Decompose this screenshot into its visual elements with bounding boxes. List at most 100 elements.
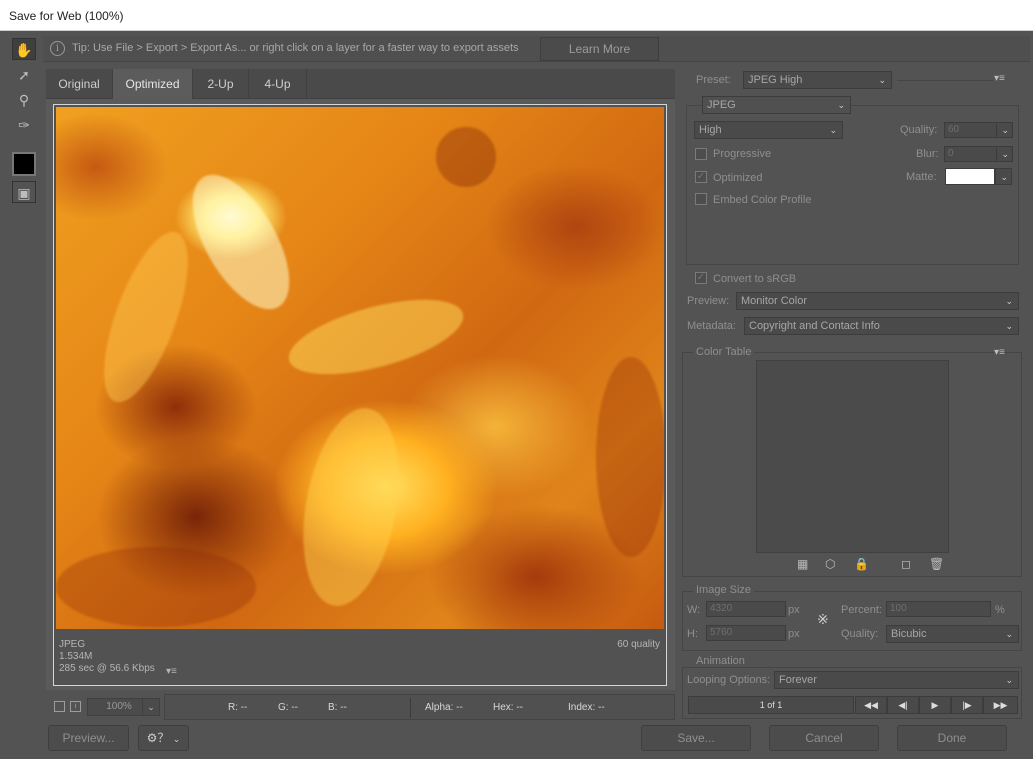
- preview-button[interactable]: Preview...: [48, 725, 129, 751]
- percent-input[interactable]: 100: [886, 601, 991, 617]
- matte-color-swatch[interactable]: [945, 168, 995, 185]
- matte-label: Matte:: [906, 171, 937, 183]
- image-format: JPEG: [59, 639, 86, 650]
- optimized-preview-pane: JPEG 1.534M 285 sec @ 56.6 Kbps ▾≡ 60 qu…: [53, 104, 667, 686]
- optimized-checkbox[interactable]: ✓: [695, 171, 707, 183]
- image-size-title: Image Size: [693, 584, 755, 596]
- green-readout: G: --: [278, 702, 298, 713]
- cube-icon[interactable]: ⬡: [825, 557, 835, 571]
- percent-label: Percent:: [841, 604, 882, 616]
- image-download-time: 285 sec @ 56.6 Kbps: [59, 663, 155, 674]
- optimized-label: Optimized: [713, 172, 763, 184]
- image-info: JPEG 1.534M 285 sec @ 56.6 Kbps: [59, 639, 155, 675]
- zoom-out-icon[interactable]: [54, 701, 65, 712]
- preset-label: Preset:: [696, 74, 731, 86]
- height-unit: px: [788, 628, 800, 640]
- settings-menu-icon[interactable]: ▾≡: [994, 73, 1005, 84]
- next-frame-icon[interactable]: |▶: [951, 696, 983, 714]
- convert-srgb-label: Convert to sRGB: [713, 273, 797, 285]
- tip-text: Tip: Use File > Export > Export As... or…: [72, 42, 519, 54]
- color-table-title: Color Table: [693, 346, 755, 358]
- width-unit: px: [788, 604, 800, 616]
- metadata-dropdown[interactable]: Copyright and Contact Info ⌄: [744, 317, 1019, 335]
- tab-2-up[interactable]: 2-Up: [193, 69, 249, 99]
- toggle-slices-icon[interactable]: ▣: [12, 181, 36, 203]
- preview-value: Monitor Color: [741, 295, 808, 307]
- play-icon[interactable]: ▶: [919, 696, 951, 714]
- eyedropper-color-swatch[interactable]: [12, 152, 36, 176]
- new-color-icon[interactable]: ◻: [901, 557, 911, 571]
- frame-counter: 1 of 1: [688, 696, 854, 714]
- matte-chevron-icon[interactable]: ⌄: [995, 168, 1012, 185]
- quality-chevron-icon[interactable]: ⌄: [996, 122, 1013, 138]
- tab-optimized[interactable]: Optimized: [113, 69, 193, 99]
- status-bar: i 100% ⌄ R: -- G: -- B: -- Alpha: -- Hex…: [46, 694, 675, 720]
- view-tabs: Original Optimized 2-Up 4-Up: [46, 69, 675, 99]
- tab-4-up[interactable]: 4-Up: [249, 69, 307, 99]
- progressive-label: Progressive: [713, 148, 772, 160]
- zoom-dropdown-chevron-icon[interactable]: ⌄: [142, 698, 160, 716]
- download-rate-menu-icon[interactable]: ▾≡: [166, 666, 177, 677]
- width-input[interactable]: 4320: [706, 601, 786, 617]
- tools-panel: ✋ ➚ ⚲ ✑ ▣: [6, 36, 40, 716]
- resample-quality-label: Quality:: [841, 628, 879, 640]
- format-value: JPEG: [707, 99, 736, 111]
- lock-icon[interactable]: 🔒: [854, 557, 869, 571]
- done-button[interactable]: Done: [897, 725, 1007, 751]
- constrain-proportions-link-icon[interactable]: ※: [817, 611, 829, 628]
- preset-dropdown[interactable]: JPEG High ⌄: [743, 71, 892, 89]
- first-frame-icon[interactable]: ◀◀: [855, 696, 887, 714]
- zoom-tool-icon[interactable]: ⚲: [12, 89, 36, 111]
- window-title: Save for Web (100%): [9, 9, 124, 23]
- quality-input[interactable]: 60: [944, 122, 997, 138]
- learn-more-button[interactable]: Learn More: [540, 37, 659, 61]
- animation-title: Animation: [693, 655, 748, 667]
- web-shift-icon[interactable]: ▦: [797, 557, 808, 571]
- blur-input[interactable]: 0: [944, 146, 997, 162]
- last-frame-icon[interactable]: ▶▶: [983, 696, 1018, 714]
- looping-value: Forever: [779, 674, 817, 686]
- cancel-button[interactable]: Cancel: [769, 725, 879, 751]
- height-label: H:: [687, 628, 698, 640]
- quality-label: Quality:: [900, 124, 938, 136]
- color-table: [756, 360, 949, 553]
- tab-original[interactable]: Original: [46, 69, 113, 99]
- metadata-label: Metadata:: [687, 320, 736, 332]
- hex-readout: Hex: --: [493, 702, 523, 713]
- zoom-in-icon[interactable]: i: [70, 701, 81, 712]
- embed-profile-checkbox[interactable]: [695, 193, 707, 205]
- looping-dropdown[interactable]: Forever ⌄: [774, 671, 1019, 689]
- format-dropdown[interactable]: JPEG ⌄: [702, 96, 851, 114]
- compression-quality-dropdown[interactable]: High ⌄: [694, 121, 843, 139]
- hand-tool-icon[interactable]: ✋: [12, 38, 36, 60]
- resample-quality-dropdown[interactable]: Bicubic ⌄: [886, 625, 1019, 643]
- preview-dropdown[interactable]: Monitor Color ⌄: [736, 292, 1019, 310]
- settings-panel: Preset: JPEG High ⌄ ▾≡ JPEG ⌄ High ⌄ Qualit…: [679, 69, 1029, 721]
- tip-bar: i Tip: Use File > Export > Export As... …: [43, 36, 1030, 62]
- blur-label: Blur:: [916, 148, 939, 160]
- preview-image[interactable]: [56, 107, 664, 629]
- convert-srgb-checkbox[interactable]: ✓: [695, 272, 707, 284]
- blue-readout: B: --: [328, 702, 347, 713]
- metadata-value: Copyright and Contact Info: [749, 320, 880, 332]
- trash-icon[interactable]: 🗑: [929, 557, 944, 571]
- compression-quality-value: High: [699, 124, 722, 136]
- previous-frame-icon[interactable]: ◀|: [887, 696, 919, 714]
- height-input[interactable]: 5760: [706, 625, 786, 641]
- resample-quality-value: Bicubic: [891, 628, 927, 640]
- pixel-info-bar: R: -- G: -- B: -- Alpha: -- Hex: -- Inde…: [164, 694, 675, 720]
- blur-chevron-icon[interactable]: ⌄: [996, 146, 1013, 162]
- eyedropper-tool-icon[interactable]: ✑: [12, 114, 36, 136]
- looping-label: Looping Options:: [687, 674, 771, 686]
- slice-select-tool-icon[interactable]: ➚: [12, 64, 36, 86]
- preview-label: Preview:: [687, 295, 730, 307]
- device-central-icon: ⚙？: [146, 731, 170, 745]
- width-label: W:: [687, 604, 701, 616]
- preview-area: JPEG 1.534M 285 sec @ 56.6 Kbps ▾≡ 60 qu…: [46, 99, 675, 690]
- percent-unit: %: [995, 604, 1005, 616]
- device-preview-button[interactable]: ⚙？ ⌄: [138, 725, 189, 751]
- save-button[interactable]: Save...: [641, 725, 751, 751]
- color-table-menu-icon[interactable]: ▾≡: [994, 347, 1005, 358]
- embed-profile-label: Embed Color Profile: [713, 194, 812, 206]
- progressive-checkbox[interactable]: [695, 148, 707, 160]
